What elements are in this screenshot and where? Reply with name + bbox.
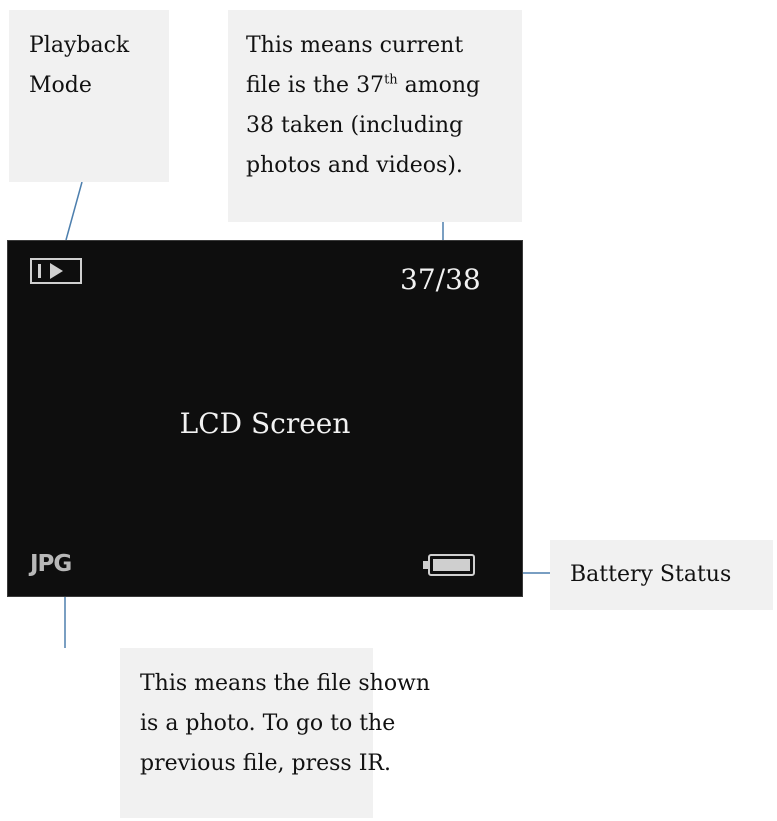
callout-playback-line1: Playback — [29, 33, 130, 58]
file-counter: 37/38 — [400, 263, 481, 296]
lcd-screen: 37/38 LCD Screen JPG — [7, 240, 523, 597]
lcd-screen-label: LCD Screen — [179, 407, 351, 440]
callout-jpg-line3: previous file, press IR. — [140, 751, 391, 776]
callout-count-line2-pre: file is the 37 — [246, 73, 385, 98]
callout-count-line1: This means current — [246, 33, 464, 58]
callout-battery-text: Battery Status — [570, 562, 732, 587]
callout-count-line3: 38 taken (including — [246, 113, 464, 138]
callout-playback-mode: Playback Mode — [9, 10, 169, 182]
callout-count-ordinal: th — [384, 72, 398, 88]
callout-file-type: This means the file shown is a photo. To… — [120, 648, 431, 818]
callout-count-line2-post: among — [397, 73, 481, 98]
playback-icon — [30, 258, 82, 284]
callout-jpg-line2: is a photo. To go to the — [140, 711, 396, 736]
callout-count-line2: file is the 37th among — [246, 66, 522, 106]
battery-icon — [423, 554, 475, 576]
connector-playback — [65, 181, 83, 241]
callout-battery-status: Battery Status — [550, 540, 773, 610]
callout-count-line4: photos and videos). — [246, 153, 463, 178]
callout-file-count: This means current file is the 37th amon… — [228, 10, 522, 222]
callout-playback-line2: Mode — [29, 73, 92, 98]
callout-jpg-line1: This means the file shown — [140, 671, 431, 696]
file-format-label: JPG — [30, 551, 72, 577]
